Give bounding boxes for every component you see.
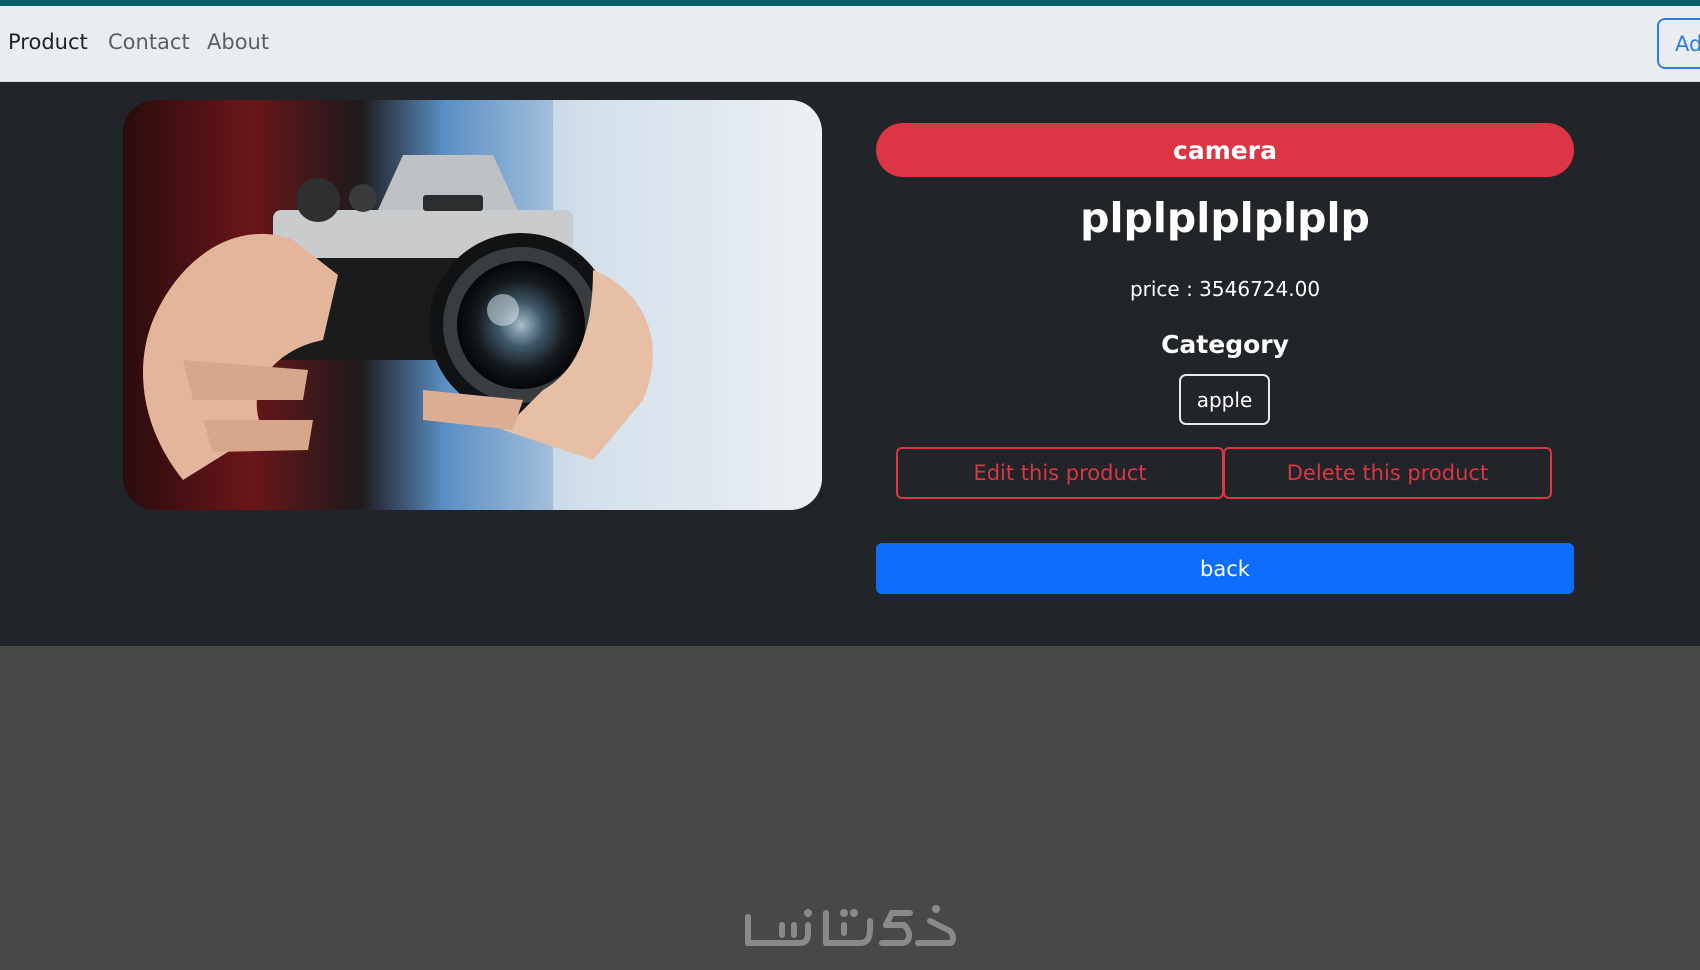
watermark-logo-icon bbox=[745, 905, 956, 946]
nav-link-about[interactable]: About bbox=[207, 30, 269, 54]
product-title: plplplplplplp bbox=[1080, 194, 1370, 242]
camera-photo-icon bbox=[123, 100, 822, 510]
add-product-button[interactable]: Ad bbox=[1657, 18, 1700, 69]
product-image bbox=[123, 100, 822, 510]
category-heading: Category bbox=[1161, 330, 1289, 359]
edit-product-button[interactable]: Edit this product bbox=[896, 447, 1224, 499]
nav-link-contact[interactable]: Contact bbox=[108, 30, 190, 54]
delete-product-button[interactable]: Delete this product bbox=[1223, 447, 1552, 499]
navbar: Product Contact About Ad bbox=[0, 6, 1700, 82]
khamsat-watermark-logo bbox=[740, 895, 960, 955]
product-detail-section: camera plplplplplplp price : 3546724.00 … bbox=[0, 82, 1700, 646]
nav-link-product[interactable]: Product bbox=[8, 30, 88, 54]
category-tag[interactable]: apple bbox=[1179, 374, 1270, 425]
product-badge: camera bbox=[876, 123, 1574, 177]
back-button[interactable]: back bbox=[876, 543, 1574, 594]
product-price: price : 3546724.00 bbox=[1129, 277, 1321, 301]
